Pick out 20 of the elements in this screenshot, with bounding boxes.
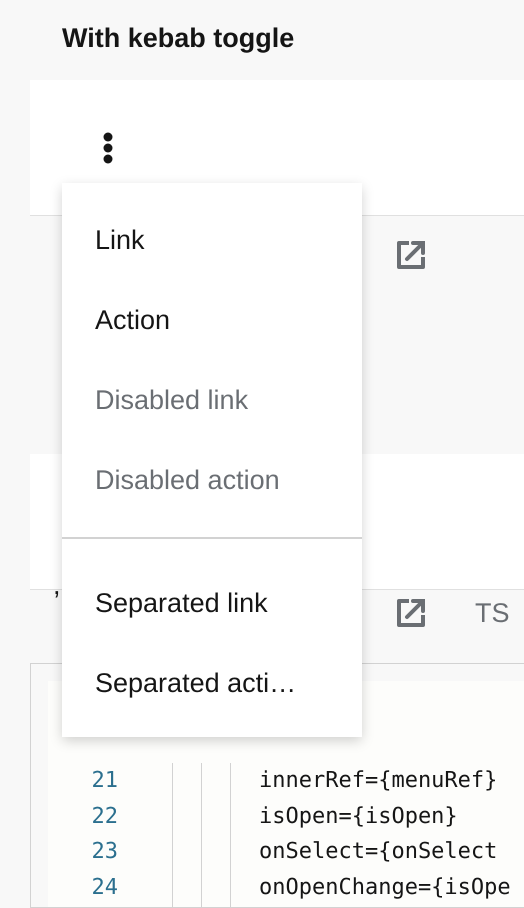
section-heading: With kebab toggle <box>61 22 296 55</box>
line-number: 24 <box>92 874 118 902</box>
open-in-new-window-button[interactable] <box>395 238 427 270</box>
line-number: 21 <box>92 767 118 795</box>
typescript-tab[interactable]: TS <box>475 598 510 628</box>
code-line: onSelect={onSelect <box>259 838 498 866</box>
line-number: 22 <box>92 802 118 830</box>
stray-comma: , <box>53 570 61 601</box>
menu-item[interactable]: Separated link <box>62 563 362 643</box>
menu-item[interactable]: Link <box>62 200 362 280</box>
menu-item[interactable]: Action <box>62 280 362 360</box>
code-line: onOpenChange={isOpe <box>259 874 512 902</box>
code-line: innerRef={menuRef} <box>259 767 498 795</box>
code-line: isOpen={isOpen} <box>259 802 459 830</box>
open-in-new-window-button[interactable] <box>395 597 427 629</box>
external-link-icon <box>395 597 427 629</box>
kebab-icon <box>102 132 114 164</box>
external-link-icon <box>395 238 427 270</box>
line-number: 23 <box>92 838 118 866</box>
menu-item[interactable]: Separated acti… <box>62 643 362 723</box>
